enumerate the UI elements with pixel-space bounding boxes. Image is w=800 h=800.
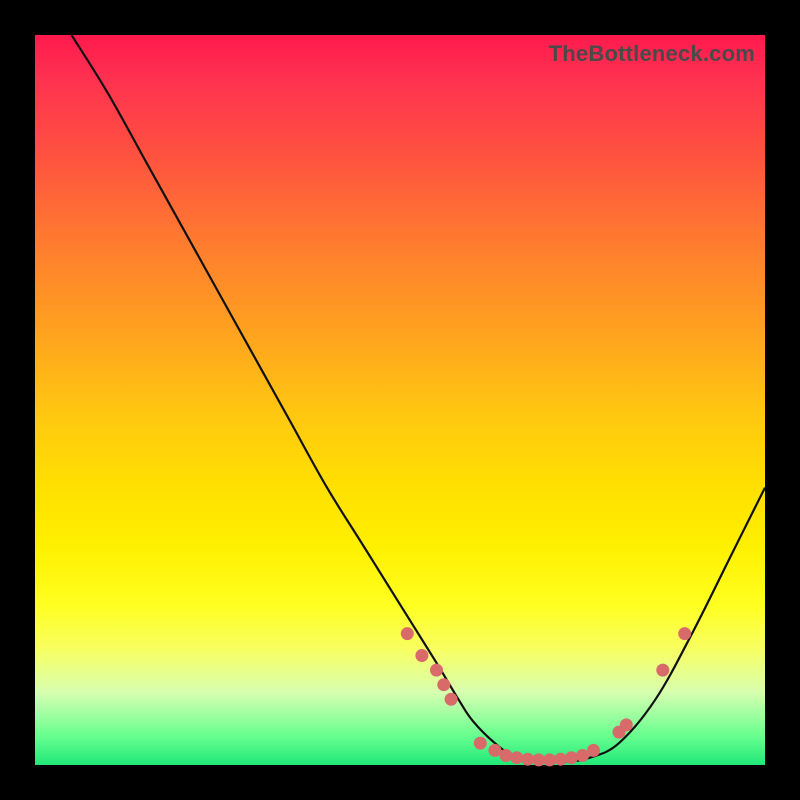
data-marker xyxy=(401,627,414,640)
chart-svg xyxy=(35,35,765,765)
chart-frame: TheBottleneck.com xyxy=(0,0,800,800)
data-marker xyxy=(620,718,633,731)
data-marker xyxy=(415,649,428,662)
data-marker xyxy=(554,753,567,766)
data-marker xyxy=(430,664,443,677)
data-marker xyxy=(678,627,691,640)
data-marker xyxy=(565,751,578,764)
data-marker xyxy=(445,693,458,706)
data-marker xyxy=(656,664,669,677)
data-marker xyxy=(474,737,487,750)
data-marker xyxy=(587,744,600,757)
data-marker xyxy=(499,749,512,762)
plot-area: TheBottleneck.com xyxy=(35,35,765,765)
data-marker xyxy=(510,751,523,764)
curve-markers xyxy=(401,627,691,766)
data-marker xyxy=(437,678,450,691)
